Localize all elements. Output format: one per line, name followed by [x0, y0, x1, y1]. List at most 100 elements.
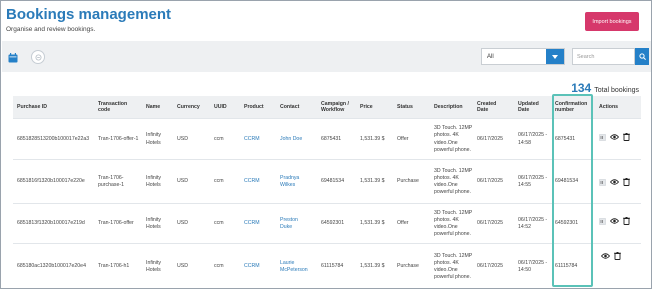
delete-trash-icon[interactable]: [623, 133, 630, 141]
status-filter-value: All: [487, 53, 494, 60]
customer-name: Infinity Hotels: [146, 216, 161, 230]
table-row[interactable]: 685180ac1320b100017e20e4 Tran-1706-h1 In…: [13, 243, 641, 288]
created-date: 06/17/2025: [477, 220, 503, 227]
column-header[interactable]: Created Date: [477, 96, 507, 118]
view-eye-icon[interactable]: [601, 253, 610, 259]
campaign-id: 69481534: [321, 178, 345, 185]
product-link[interactable]: CCRM: [244, 204, 270, 244]
created-date: 06/17/2025: [477, 263, 503, 270]
column-header[interactable]: Description: [434, 96, 474, 118]
purchase-id: 6851813f1320b100017e219d: [17, 220, 85, 227]
campaign-id: 61115784: [321, 263, 344, 270]
customer-name: Infinity Hotels: [146, 259, 161, 273]
updated-date: 06/17/2025 - 14:50: [518, 259, 548, 273]
delete-trash-icon[interactable]: [623, 217, 630, 225]
page-title: Bookings management: [6, 6, 172, 23]
table-row[interactable]: 6851813f1320b100017e219d Tran-1706-offer…: [13, 203, 641, 243]
description: 3D Touch. 12MP photos. 4K video.One powe…: [434, 167, 473, 196]
column-header[interactable]: Price: [360, 96, 384, 118]
price: 1,531.39 $: [360, 178, 385, 185]
row-actions: [601, 252, 621, 260]
price: 1,531.39 $: [360, 220, 385, 227]
uuid: ccm: [214, 135, 224, 142]
chevron-down-icon[interactable]: [546, 49, 564, 64]
updated-date: 06/17/2025 - 14:52: [518, 216, 548, 230]
price: 1,531.39 $: [360, 135, 385, 142]
contact-link[interactable]: John Doe: [280, 119, 316, 160]
column-header[interactable]: Status: [397, 96, 421, 118]
bookings-table: Purchase ID Transaction code Name Curren…: [13, 96, 641, 288]
invoice-icon[interactable]: [599, 178, 606, 186]
column-header[interactable]: UUID: [214, 96, 234, 118]
search-icon: [638, 53, 646, 60]
created-date: 06/17/2025: [477, 178, 503, 185]
import-bookings-button[interactable]: Import bookings: [585, 12, 639, 31]
bookings-page: Bookings management Organise and review …: [0, 0, 652, 289]
invoice-icon[interactable]: [599, 133, 606, 141]
total-bookings-label: Total bookings: [594, 87, 639, 94]
transaction-code: Tran-1706-offer-1: [98, 135, 139, 142]
contact-link[interactable]: Pradnya Wilkes: [280, 160, 310, 204]
status: Offer: [397, 220, 409, 227]
campaign-id: 6875431: [321, 135, 342, 142]
confirmation-number: 69481534: [555, 178, 579, 185]
currency: USD: [177, 220, 188, 227]
table-header: Purchase ID Transaction code Name Curren…: [13, 96, 641, 118]
status: Offer: [397, 135, 409, 142]
contact-link[interactable]: Preston Duke: [280, 204, 310, 244]
table-row[interactable]: 6851828513200b100017e22a3 Tran-1706-offe…: [13, 118, 641, 159]
column-header[interactable]: Transaction code: [98, 96, 140, 118]
updated-date: 06/17/2025 - 14:55: [518, 174, 548, 188]
column-header[interactable]: Currency: [177, 96, 205, 118]
column-header: Actions: [599, 103, 619, 110]
customer-name: Infinity Hotels: [146, 174, 161, 188]
status: Purchase: [397, 263, 419, 270]
transaction-code: Tran-1706-purchase-1: [98, 174, 124, 188]
uuid: ccm: [214, 263, 224, 270]
status-filter-select[interactable]: All: [481, 48, 565, 65]
column-header[interactable]: Contact: [280, 96, 306, 118]
column-header[interactable]: Name: [146, 96, 172, 118]
description: 3D Touch. 12MP photos. 4K video.One powe…: [434, 125, 473, 153]
customer-name: Infinity Hotels: [146, 132, 161, 146]
product-link[interactable]: CCRM: [244, 160, 270, 204]
view-eye-icon[interactable]: [610, 179, 619, 185]
description: 3D Touch. 12MP photos. 4K video.One powe…: [434, 209, 473, 238]
delete-trash-icon[interactable]: [614, 252, 621, 260]
transaction-code: Tran-1706-h1: [98, 263, 130, 270]
invoice-icon[interactable]: [599, 217, 606, 225]
view-eye-icon[interactable]: [610, 218, 619, 224]
column-header[interactable]: Campaign / Workflow: [321, 96, 353, 118]
calendar-icon[interactable]: [8, 53, 18, 63]
view-eye-icon[interactable]: [610, 134, 619, 140]
uuid: ccm: [214, 178, 224, 185]
purchase-id: 685180ac1320b100017e20e4: [17, 263, 86, 270]
status: Purchase: [397, 178, 419, 185]
column-header[interactable]: Purchase ID: [17, 96, 87, 118]
currency: USD: [177, 178, 188, 185]
view-toggle-icon[interactable]: [31, 50, 45, 64]
search-input[interactable]: [572, 48, 635, 65]
column-header[interactable]: Product: [244, 96, 270, 118]
created-date: 06/17/2025: [477, 135, 503, 142]
updated-date: 06/17/2025 - 14:58: [518, 132, 548, 146]
uuid: ccm: [214, 220, 224, 227]
contact-link[interactable]: Laurie McPeterson: [280, 244, 316, 288]
transaction-code: Tran-1706-offer: [98, 220, 134, 227]
product-link[interactable]: CCRM: [244, 244, 270, 288]
purchase-id: 6851828513200b100017e22a3: [17, 135, 90, 142]
row-actions: [599, 217, 630, 225]
delete-trash-icon[interactable]: [623, 178, 630, 186]
column-header[interactable]: Confirmation number: [555, 96, 593, 118]
search-button[interactable]: [635, 48, 649, 65]
purchase-id: 6851816f1320b100017e220e: [17, 178, 85, 185]
product-link[interactable]: CCRM: [244, 119, 270, 160]
currency: USD: [177, 135, 188, 142]
total-bookings-count: 134: [571, 81, 592, 95]
table-row[interactable]: 6851816f1320b100017e220e Tran-1706-purch…: [13, 159, 641, 203]
price: 1,531.39 $: [360, 263, 385, 270]
total-bookings: 134 Total bookings: [571, 81, 639, 95]
confirmation-number: 6875431: [555, 135, 576, 142]
column-header[interactable]: Updated Date: [518, 96, 548, 118]
row-actions: [599, 178, 630, 186]
